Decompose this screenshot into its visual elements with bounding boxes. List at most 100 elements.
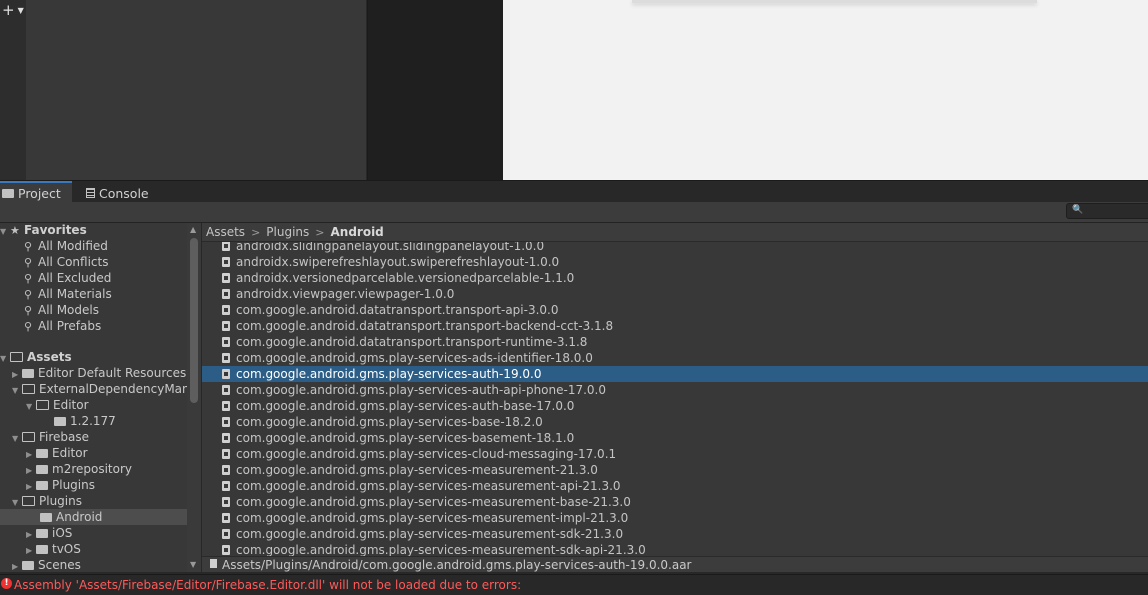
tree-item-selected[interactable]: Android <box>0 509 187 525</box>
file-row[interactable]: com.google.android.gms.play-services-mea… <box>202 542 1148 556</box>
tree-item[interactable]: ▶ m2repository <box>26 461 132 477</box>
file-row[interactable]: com.google.android.datatransport.transpo… <box>202 334 1148 350</box>
file-icon <box>222 497 230 507</box>
tree-item[interactable]: ▼ Plugins <box>12 493 82 509</box>
file-icon <box>222 545 230 555</box>
file-name: com.google.android.gms.play-services-mea… <box>236 479 621 493</box>
tree-item[interactable]: ▶ Plugins <box>26 477 95 493</box>
folder-icon <box>22 369 34 378</box>
tree-item[interactable]: ▶ iOS <box>26 525 72 541</box>
expand-arrow-icon[interactable]: ▼ <box>12 383 22 399</box>
tree-item[interactable]: 1.2.177 <box>54 413 116 429</box>
file-row-selected[interactable]: com.google.android.gms.play-services-aut… <box>202 366 1148 382</box>
selected-path: Assets/Plugins/Android/com.google.androi… <box>202 556 1148 572</box>
console-icon <box>86 188 95 198</box>
file-icon <box>222 401 230 411</box>
file-row[interactable]: androidx.swiperefreshlayout.swiperefresh… <box>202 254 1148 270</box>
tab-bar: Project Console <box>0 180 1148 203</box>
folder-icon <box>2 188 14 198</box>
left-strip <box>0 0 27 180</box>
expand-arrow-icon[interactable]: ▼ <box>12 431 22 447</box>
favorite-item[interactable]: ⚲ All Modified <box>24 238 108 254</box>
tree-item[interactable]: ▼ Editor <box>26 397 89 413</box>
tab-project[interactable]: Project <box>0 181 72 203</box>
expand-arrow-icon[interactable]: ▼ <box>0 351 10 367</box>
collapse-arrow-icon[interactable]: ▶ <box>12 559 22 572</box>
expand-arrow-icon[interactable]: ▼ <box>26 399 36 415</box>
star-icon: ★ <box>10 224 20 237</box>
favorite-item[interactable]: ⚲ All Prefabs <box>24 318 101 334</box>
tree-item[interactable]: ▶ Editor <box>26 445 88 461</box>
file-row[interactable]: androidx.viewpager.viewpager-1.0.0 <box>202 286 1148 302</box>
favorite-item[interactable]: ⚲ All Models <box>24 302 99 318</box>
tree-item[interactable]: ▼ Firebase <box>12 429 89 445</box>
hierarchy-panel[interactable] <box>26 0 366 180</box>
file-icon <box>222 369 230 379</box>
file-name: com.google.android.gms.play-services-ads… <box>236 351 593 365</box>
breadcrumb: Assets > Plugins > Android <box>202 223 1148 242</box>
file-row[interactable]: androidx.versionedparcelable.versionedpa… <box>202 270 1148 286</box>
file-name: androidx.swiperefreshlayout.swiperefresh… <box>236 255 560 269</box>
file-row[interactable]: com.google.android.gms.play-services-aut… <box>202 398 1148 414</box>
folder-icon <box>36 449 48 458</box>
file-row[interactable]: com.google.android.datatransport.transpo… <box>202 302 1148 318</box>
file-row[interactable]: androidx.slidingpanelayout.slidingpanela… <box>202 242 1148 254</box>
file-row[interactable]: com.google.android.datatransport.transpo… <box>202 318 1148 334</box>
folder-icon <box>36 545 48 554</box>
tree-favorites-header[interactable]: ▼ ★ Favorites <box>0 223 187 238</box>
file-row[interactable]: com.google.android.gms.play-services-mea… <box>202 526 1148 542</box>
scroll-down-icon[interactable]: ▼ <box>190 560 196 569</box>
scene-canvas-edge <box>632 0 1037 3</box>
expand-arrow-icon[interactable]: ▼ <box>0 224 10 240</box>
favorite-item[interactable]: ⚲ All Materials <box>24 286 112 302</box>
file-icon <box>222 337 230 347</box>
file-icon <box>222 289 230 299</box>
file-icon <box>222 321 230 331</box>
file-name: com.google.android.gms.play-services-bas… <box>236 431 575 445</box>
file-row[interactable]: com.google.android.gms.play-services-aut… <box>202 382 1148 398</box>
breadcrumb-item[interactable]: Plugins <box>266 225 309 239</box>
tree-item[interactable]: ▶ Scenes <box>12 557 81 572</box>
file-row[interactable]: com.google.android.gms.play-services-mea… <box>202 510 1148 526</box>
scroll-up-icon[interactable]: ▲ <box>190 225 196 234</box>
file-row[interactable]: com.google.android.gms.play-services-bas… <box>202 414 1148 430</box>
chevron-down-icon: ▼ <box>17 5 24 15</box>
file-name: com.google.android.gms.play-services-clo… <box>236 447 617 461</box>
breadcrumb-item[interactable]: Assets <box>206 225 245 239</box>
file-name: com.google.android.datatransport.transpo… <box>236 303 559 317</box>
file-row[interactable]: com.google.android.gms.play-services-mea… <box>202 462 1148 478</box>
file-icon <box>222 433 230 443</box>
add-button-label: + <box>2 1 15 19</box>
file-icon <box>222 481 230 491</box>
search-icon: ⚲ <box>24 288 33 301</box>
file-row[interactable]: com.google.android.gms.play-services-bas… <box>202 430 1148 446</box>
favorite-item[interactable]: ⚲ All Conflicts <box>24 254 108 270</box>
file-icon <box>222 353 230 363</box>
scene-view[interactable] <box>503 0 1148 180</box>
status-message[interactable]: Assembly 'Assets/Firebase/Editor/Firebas… <box>0 574 1148 594</box>
tree-item[interactable]: ▶ Editor Default Resources <box>12 365 186 381</box>
file-icon <box>222 465 230 475</box>
search-icon: ⚲ <box>24 304 33 317</box>
file-row[interactable]: com.google.android.gms.play-services-clo… <box>202 446 1148 462</box>
folder-open-icon <box>22 384 35 394</box>
tree-assets-header[interactable]: ▼ Assets <box>0 349 187 365</box>
tab-console[interactable]: Console <box>80 183 160 203</box>
folder-icon <box>22 561 34 570</box>
file-name: androidx.versionedparcelable.versionedpa… <box>236 271 575 285</box>
tree-item[interactable]: ▼ ExternalDependencyMana <box>12 381 197 397</box>
favorite-item[interactable]: ⚲ All Excluded <box>24 270 111 286</box>
tree-scrollbar-thumb[interactable] <box>190 238 198 403</box>
search-icon: 🔍 <box>1072 205 1084 215</box>
file-row[interactable]: com.google.android.gms.play-services-mea… <box>202 478 1148 494</box>
file-name: com.google.android.gms.play-services-bas… <box>236 415 543 429</box>
tree-item[interactable]: ▶ tvOS <box>26 541 81 557</box>
file-row[interactable]: com.google.android.gms.play-services-ads… <box>202 350 1148 366</box>
breadcrumb-item-current[interactable]: Android <box>330 225 383 239</box>
folder-open-icon <box>36 400 49 410</box>
add-button[interactable]: + ▼ <box>2 1 24 19</box>
folder-open-icon <box>10 352 23 362</box>
file-icon <box>222 529 230 539</box>
file-row[interactable]: com.google.android.gms.play-services-mea… <box>202 494 1148 510</box>
file-name: androidx.slidingpanelayout.slidingpanela… <box>236 242 545 253</box>
